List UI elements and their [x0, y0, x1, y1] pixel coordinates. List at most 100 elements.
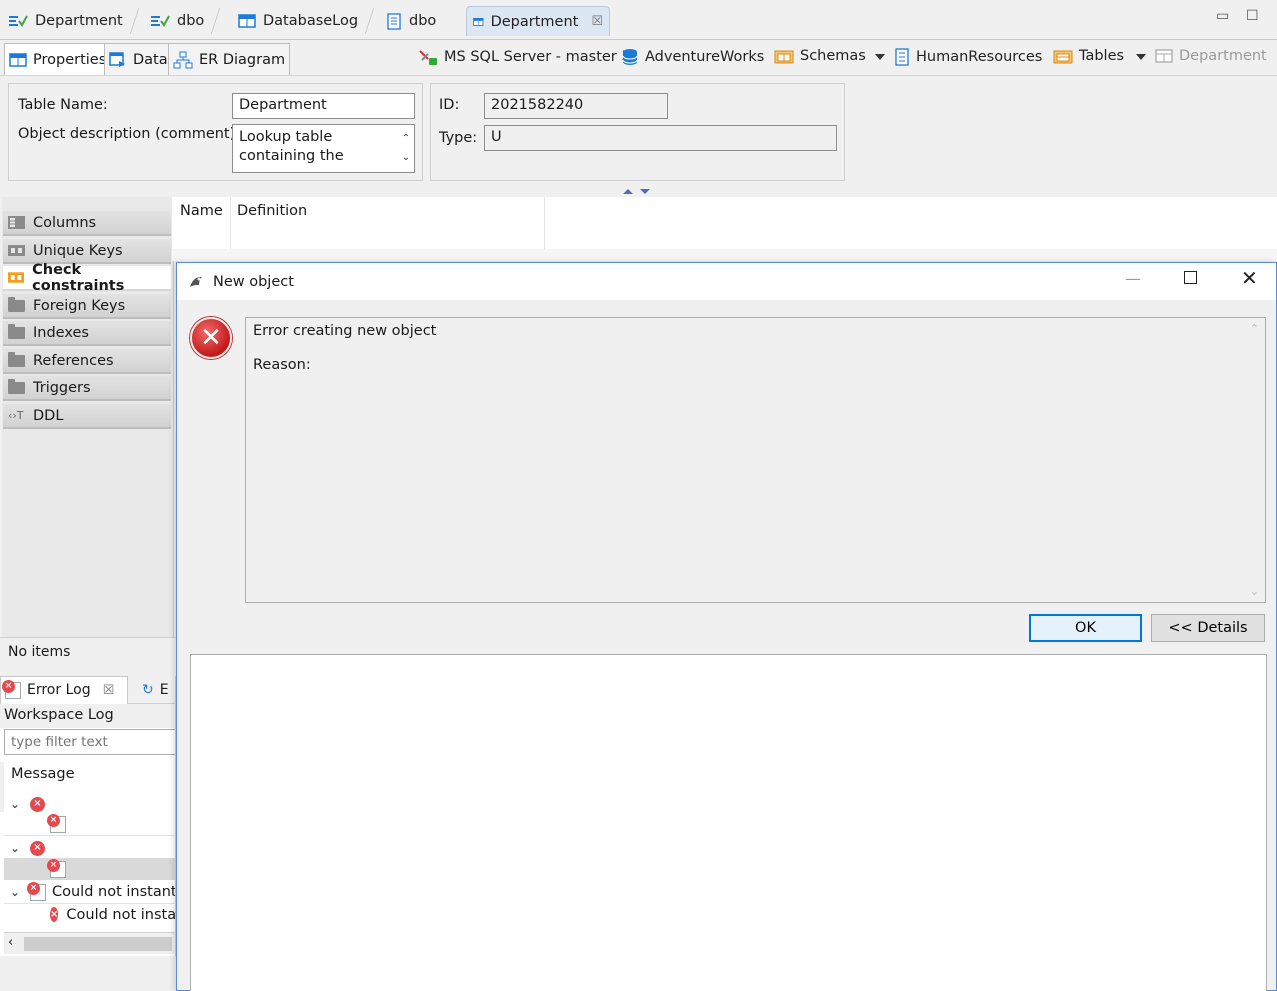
column-header-name[interactable]: Name [180, 203, 223, 219]
nav-item-label: Check constraints [32, 261, 125, 294]
tab-error-log[interactable]: × Error Log ☒ [0, 676, 128, 704]
collapse-expand-icon[interactable] [620, 186, 654, 196]
nav-item-columns[interactable]: Columns [3, 211, 171, 236]
chevron-up-icon[interactable]: ⌃ [1250, 322, 1259, 335]
nav-item-ddl[interactable]: ‹›T DDL [3, 404, 171, 429]
breadcrumb-connection[interactable]: MS SQL Server - master 5 [418, 48, 631, 66]
chevron-down-icon[interactable] [1136, 54, 1146, 60]
maximize-icon[interactable] [1184, 271, 1197, 284]
horizontal-scrollbar[interactable]: ‹ [4, 932, 175, 954]
column-header-definition[interactable]: Definition [237, 203, 307, 219]
tree-row-selected[interactable]: × [4, 858, 175, 880]
refresh-icon: ↻ [142, 681, 154, 698]
close-icon[interactable]: ☒ [103, 683, 115, 698]
editor-tab-department-active[interactable]: Department ☒ [466, 6, 610, 36]
tree-row[interactable]: ⌄ × Could not instanti [10, 881, 176, 902]
table-info-group: Table Name: Department Object descriptio… [8, 83, 423, 181]
tab-second-view[interactable]: ↻ E [128, 682, 169, 698]
error-doc-icon: × [27, 881, 46, 901]
error-doc-icon: × [47, 814, 66, 833]
chevron-down-icon[interactable]: ⌄ [10, 885, 24, 899]
maximize-icon[interactable]: ☐ [1246, 8, 1259, 24]
chevron-down-icon[interactable]: ⌄ [10, 797, 24, 811]
description-label: Object description (comment): [18, 126, 241, 142]
description-line: Lookup table [239, 129, 333, 145]
error-log-tab-bar: × Error Log ☒ ↻ E [0, 676, 175, 704]
data-icon [109, 51, 125, 67]
chevron-down-icon[interactable]: ⌄ [1250, 585, 1259, 598]
type-field[interactable]: U [484, 125, 837, 151]
dialog-title-bar: New object — ✕ [177, 263, 1276, 300]
reason-label: Reason: [253, 357, 311, 373]
error-icon: × [50, 907, 59, 922]
details-area[interactable] [190, 654, 1267, 991]
tab-data-label: Data [133, 51, 168, 68]
editor-tab-dbo[interactable]: dbo [144, 6, 221, 36]
error-log-icon: × [2, 679, 21, 699]
close-icon[interactable]: ✕ [1241, 266, 1258, 290]
folder-icon [8, 351, 25, 367]
breadcrumb-tables[interactable]: Tables [1053, 48, 1124, 64]
editor-tab-dbo-2[interactable]: dbo [380, 6, 442, 36]
nav-item-indexes[interactable]: Indexes [3, 321, 171, 346]
breadcrumb-table-label: Department [1179, 48, 1267, 64]
breadcrumb-schemas-label: Schemas [800, 48, 866, 64]
sub-toolbar: Properties Data ER Diagram MS SQL Server… [0, 40, 1277, 76]
scrollbar-thumb[interactable] [24, 937, 172, 951]
chevron-left-icon[interactable]: ‹ [8, 935, 13, 950]
tab-properties[interactable]: Properties [4, 43, 112, 75]
editor-tab-label: dbo [409, 13, 437, 29]
tab-error-log-label: Error Log [27, 682, 91, 698]
textarea-scrollbar[interactable]: ⌃ ⌄ [400, 129, 412, 167]
table-icon [1155, 49, 1173, 63]
tree-row[interactable]: × Could not insta [4, 903, 175, 925]
editor-tab-department-columns[interactable]: Department [2, 6, 139, 36]
chevron-down-icon[interactable]: ⌄ [400, 148, 412, 167]
breadcrumb-database[interactable]: AdventureWorks [621, 48, 764, 66]
error-message-box[interactable]: Error creating new object Reason: ⌃ ⌄ [245, 317, 1266, 603]
description-textarea[interactable]: Lookup table containing the ⌃ ⌄ [232, 124, 415, 173]
breadcrumb-database-label: AdventureWorks [645, 49, 765, 65]
tree-row[interactable]: ⌄ × [10, 838, 51, 858]
chevron-up-icon[interactable]: ⌃ [400, 129, 412, 148]
filter-input[interactable] [4, 729, 175, 755]
chevron-down-icon[interactable] [875, 54, 885, 60]
tab-er-diagram[interactable]: ER Diagram [168, 43, 291, 75]
breadcrumb-table[interactable]: Department [1155, 48, 1267, 64]
breadcrumb-schemas[interactable]: Schemas [774, 48, 866, 64]
editor-tab-label: Department [35, 13, 123, 29]
editor-tab-databaselog[interactable]: DatabaseLog [232, 6, 375, 36]
nav-item-unique-keys[interactable]: Unique Keys [3, 239, 171, 264]
tab-second-view-label: E [159, 681, 169, 698]
editor-tab-label: Department [490, 13, 579, 30]
ok-button[interactable]: OK [1029, 614, 1142, 642]
nav-item-foreign-keys[interactable]: Foreign Keys [3, 294, 171, 319]
columns-icon [8, 216, 25, 229]
minimize-icon[interactable]: ▭ [1216, 8, 1229, 24]
error-message: Error creating new object [253, 323, 437, 339]
nav-item-label: References [33, 352, 114, 369]
description-line: containing the [239, 148, 344, 164]
tree-row[interactable]: × [4, 814, 175, 836]
ddl-icon: ‹›T [8, 409, 24, 422]
nav-item-label: Unique Keys [33, 242, 123, 259]
nav-item-triggers[interactable]: Triggers [3, 376, 171, 401]
breadcrumb-schema[interactable]: HumanResources [894, 48, 1042, 66]
folder-icon [8, 296, 25, 312]
nav-item-references[interactable]: References [3, 349, 171, 374]
tree-row-text: Could not instanti [52, 884, 176, 900]
close-icon[interactable]: ☒ [591, 14, 603, 29]
folder-tables-icon [1053, 50, 1073, 64]
breadcrumb-connection-label: MS SQL Server - master 5 [444, 49, 631, 65]
tree-row[interactable]: ⌄ × [10, 794, 51, 814]
error-icon: × [30, 796, 45, 812]
er-diagram-icon [173, 51, 193, 68]
tab-er-diagram-label: ER Diagram [199, 51, 286, 68]
schema-doc-icon [895, 48, 909, 66]
details-button[interactable]: << Details [1151, 614, 1265, 642]
chevron-down-icon[interactable]: ⌄ [10, 841, 24, 855]
nav-item-check-constraints[interactable]: Check constraints [3, 262, 171, 294]
table-name-input[interactable]: Department [232, 93, 415, 119]
tab-data[interactable]: Data [104, 43, 173, 75]
id-field[interactable]: 2021582240 [484, 93, 668, 119]
